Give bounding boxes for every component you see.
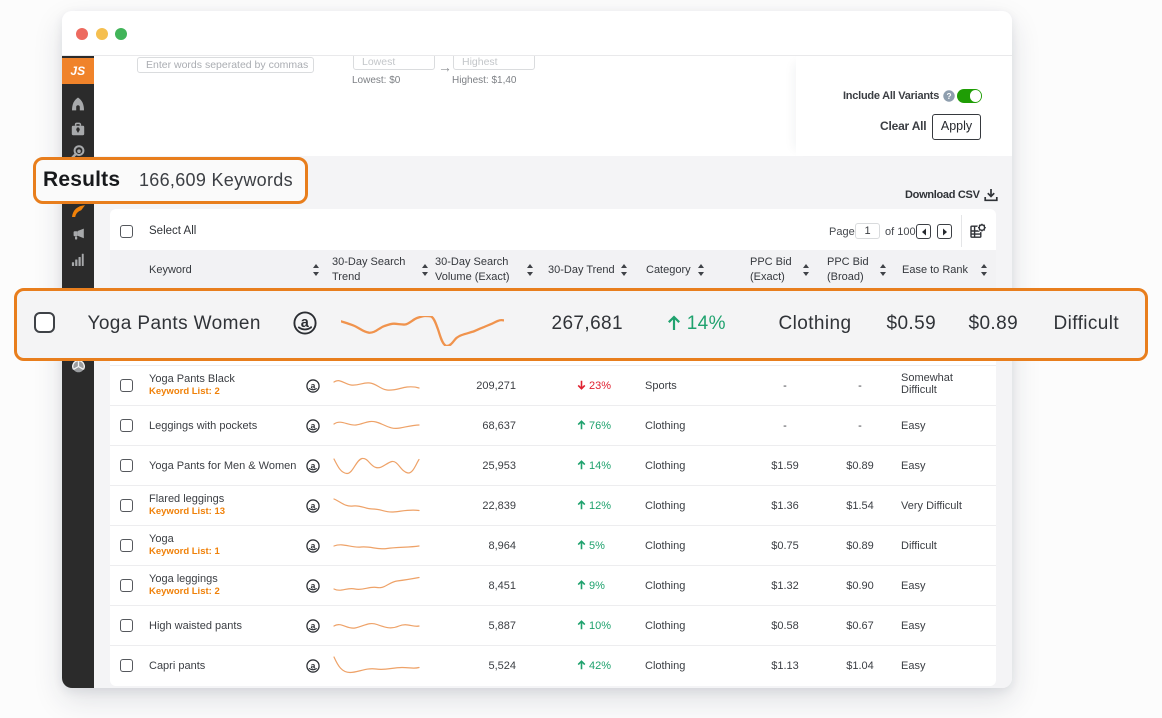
svg-text:?: ? (946, 91, 951, 101)
